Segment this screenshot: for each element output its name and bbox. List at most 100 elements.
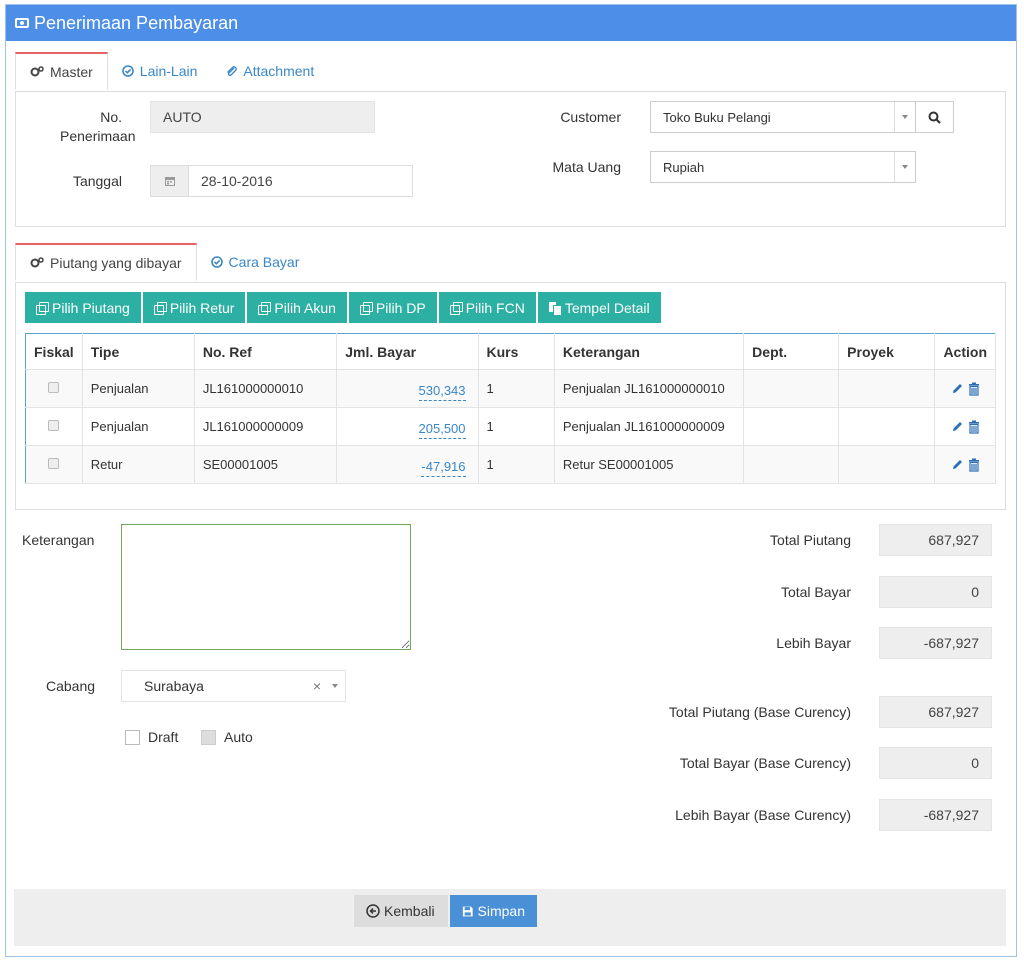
col-header-proyek[interactable]: Proyek [838, 333, 936, 370]
label-line: No. [100, 109, 122, 125]
col-header-fiskal[interactable]: Fiskal [25, 333, 83, 370]
trash-icon[interactable] [968, 420, 980, 434]
col-header-dept[interactable]: Dept. [743, 333, 840, 370]
fiskal-checkbox[interactable] [48, 382, 60, 393]
pencil-icon[interactable] [951, 382, 964, 395]
chevron-down-icon [332, 684, 338, 688]
auto-checkbox [201, 729, 216, 745]
keterangan-label: Keterangan [22, 532, 95, 548]
fiskal-cell [25, 407, 83, 446]
tab-master[interactable]: Master [15, 52, 108, 90]
action-cell [934, 407, 996, 446]
tanggal-date-field[interactable]: 28-10-2016 [150, 165, 413, 197]
cabang-select[interactable]: Surabaya × [121, 670, 346, 702]
action-cell [934, 369, 996, 408]
lebih-bayar-base-field: -687,927 [879, 799, 992, 831]
tab-cara-bayar[interactable]: Cara Bayar [197, 243, 314, 281]
total-piutang-base-label: Total Piutang (Base Curency) [668, 704, 851, 720]
keterangan-textarea[interactable] [121, 524, 411, 650]
pilih-retur-button[interactable]: Pilih Retur [142, 292, 246, 323]
check-circle-icon [121, 65, 134, 77]
col-header-keterangan[interactable]: Keterangan [554, 333, 745, 370]
no-penerimaan-field[interactable]: AUTO [150, 101, 375, 133]
draft-checkbox-group[interactable]: Draft [125, 729, 178, 745]
calendar-icon[interactable] [151, 166, 189, 196]
trash-icon[interactable] [968, 458, 980, 472]
tab-label: Attachment [243, 63, 315, 79]
search-icon [928, 111, 941, 124]
table-row: Retur SE00001005 -47,916 1 Retur SE00001… [25, 445, 996, 484]
fiskal-checkbox[interactable] [48, 420, 60, 431]
tempel-detail-button[interactable]: Tempel Detail [537, 292, 661, 323]
col-header-no-ref[interactable]: No. Ref [194, 333, 338, 370]
total-bayar-base-field: 0 [879, 747, 992, 779]
copy-icon [153, 301, 167, 315]
trash-icon[interactable] [968, 382, 980, 396]
chevron-down-icon [902, 165, 908, 169]
pilih-piutang-button[interactable]: Pilih Piutang [25, 292, 141, 323]
ref-cell: SE00001005 [194, 445, 338, 484]
clear-icon[interactable]: × [313, 678, 321, 694]
label-line: Penerimaan [60, 128, 136, 144]
tab-label: Piutang yang dibayar [50, 254, 182, 271]
proyek-cell [838, 445, 936, 484]
kurs-cell: 1 [478, 445, 555, 484]
no-penerimaan-label: No. Penerimaan [60, 108, 136, 146]
jml-cell: 205,500 [336, 407, 479, 446]
customer-search-button[interactable] [915, 101, 954, 133]
select-value: Rupiah [663, 159, 705, 175]
pilih-akun-button[interactable]: Pilih Akun [247, 292, 347, 323]
tab-piutang-yang-dibayar[interactable]: Piutang yang dibayar [15, 243, 197, 281]
paste-icon [548, 301, 562, 316]
total-piutang-field: 687,927 [879, 524, 992, 556]
pilih-dp-button[interactable]: Pilih DP [348, 292, 437, 323]
pilih-fcn-button[interactable]: Pilih FCN [438, 292, 536, 323]
jml-bayar-editable[interactable]: 205,500 [418, 421, 466, 439]
select-divider [894, 102, 895, 132]
draft-checkbox[interactable] [125, 729, 140, 745]
check-circle-icon [210, 256, 223, 268]
ket-cell: Penjualan JL161000000009 [554, 407, 745, 446]
table-header-row: Fiskal Tipe No. Ref Jml. Bayar Kurs Kete… [25, 333, 996, 370]
col-header-tipe[interactable]: Tipe [82, 333, 195, 370]
tab-lain-lain[interactable]: Lain-Lain [108, 52, 212, 90]
customer-select[interactable]: Toko Buku Pelangi [650, 101, 916, 133]
money-icon [15, 18, 29, 28]
detail-table: Fiskal Tipe No. Ref Jml. Bayar Kurs Kete… [25, 333, 996, 484]
button-label: Pilih Akun [274, 299, 336, 316]
button-label: Kembali [384, 903, 435, 919]
ket-cell: Penjualan JL161000000010 [554, 369, 745, 408]
ref-cell: JL161000000009 [194, 407, 338, 446]
ket-cell: Retur SE00001005 [554, 445, 745, 484]
select-value: Toko Buku Pelangi [663, 109, 771, 125]
col-header-jml-bayar[interactable]: Jml. Bayar [336, 333, 479, 370]
save-icon [462, 906, 473, 916]
copy-icon [359, 301, 373, 315]
simpan-button[interactable]: Simpan [450, 895, 537, 927]
fiskal-cell [25, 445, 83, 484]
currency-select[interactable]: Rupiah [650, 151, 916, 183]
field-value: 28-10-2016 [201, 173, 273, 189]
fiskal-checkbox[interactable] [48, 458, 60, 469]
kembali-button[interactable]: Kembali [354, 895, 448, 927]
customer-label: Customer [560, 109, 621, 125]
tab-attachment[interactable]: Attachment [211, 52, 328, 90]
col-header-kurs[interactable]: Kurs [478, 333, 555, 370]
action-cell [934, 445, 996, 484]
button-label: Pilih DP [375, 299, 426, 316]
pencil-icon[interactable] [951, 420, 964, 433]
col-header-action: Action [934, 333, 996, 370]
chevron-down-icon [902, 115, 908, 119]
total-bayar-field: 0 [879, 576, 992, 608]
dept-cell [743, 445, 840, 484]
copy-icon [36, 301, 49, 315]
jml-bayar-editable[interactable]: -47,916 [421, 459, 466, 477]
pencil-icon[interactable] [951, 458, 964, 471]
button-label: Pilih Retur [169, 299, 235, 316]
field-value: AUTO [163, 109, 202, 125]
jml-bayar-editable[interactable]: 530,343 [418, 383, 466, 401]
fiskal-cell [25, 369, 83, 408]
button-label: Tempel Detail [564, 299, 650, 316]
ref-cell: JL161000000010 [194, 369, 338, 408]
tab-label: Cara Bayar [228, 254, 300, 270]
